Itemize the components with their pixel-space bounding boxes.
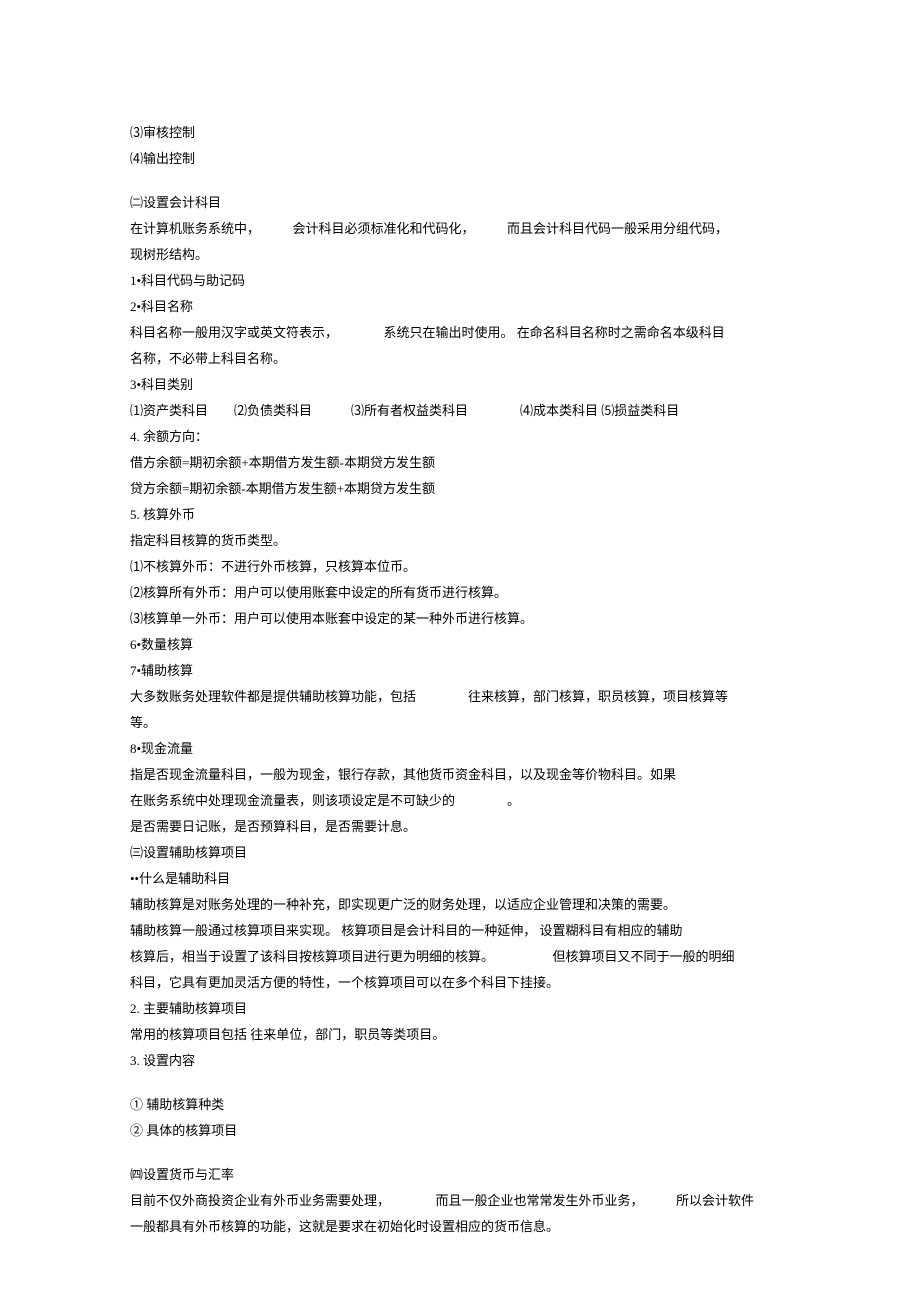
text-line: 科目，它具有更加灵活方便的特性，一个核算项目可以在多个科目下挂接。: [130, 970, 790, 996]
text-line: 一般都具有外币核算的功能，这就是要求在初始化时设置相应的货币信息。: [130, 1214, 790, 1240]
text-line: 核算后，相当于设置了该科目按核算项目进行更为明细的核算。 但核算项目又不同于一般…: [130, 944, 790, 970]
text-line: 辅助核算是对账务处理的一种补充，即实现更广泛的财务处理，以适应企业管理和决策的需…: [130, 892, 790, 918]
text-line: 2. 主要辅助核算项目: [130, 996, 790, 1022]
text-line: 1•科目代码与助记码: [130, 268, 790, 294]
text-line: ⑷输出控制: [130, 146, 790, 172]
text-line: ① 辅助核算种类: [130, 1092, 790, 1118]
text-line: ㈢设置辅助核算项目: [130, 840, 790, 866]
text-line: 等。: [130, 710, 790, 736]
text-line: ⑶审核控制: [130, 120, 790, 146]
text-line: 目前不仅外商投资企业有外币业务需要处理， 而且一般企业也常常发生外币业务， 所以…: [130, 1188, 790, 1214]
text-line: 在账务系统中处理现金流量表，则该项设定是不可缺少的 。: [130, 788, 790, 814]
text-line: 是否需要日记账，是否预算科目，是否需要计息。: [130, 814, 790, 840]
text-line: ⑴不核算外币：不进行外币核算，只核算本位币。: [130, 554, 790, 580]
text-line: 借方余额=期初余额+本期借方发生额-本期贷方发生额: [130, 450, 790, 476]
text-line: ㈡设置会计科目: [130, 190, 790, 216]
document-body: ⑶审核控制⑷输出控制㈡设置会计科目在计算机账务系统中， 会计科目必须标准化和代码…: [130, 120, 790, 1240]
text-line: 常用的核算项目包括 往来单位，部门，职员等类项目。: [130, 1022, 790, 1048]
text-line: ••什么是辅助科目: [130, 866, 790, 892]
text-line: ㈣设置货币与汇率: [130, 1162, 790, 1188]
text-line: 5. 核算外币: [130, 502, 790, 528]
text-line: 3. 设置内容: [130, 1048, 790, 1074]
text-line: 名称，不必带上科目名称。: [130, 346, 790, 372]
text-line: 7•辅助核算: [130, 658, 790, 684]
text-line: 2•科目名称: [130, 294, 790, 320]
text-line: 3•科目类别: [130, 372, 790, 398]
text-line: 8•现金流量: [130, 736, 790, 762]
text-line: 在计算机账务系统中， 会计科目必须标准化和代码化， 而且会计科目代码一般采用分组…: [130, 216, 790, 242]
text-line: [130, 1074, 790, 1092]
text-line: ② 具体的核算项目: [130, 1118, 790, 1144]
text-line: 指是否现金流量科目，一般为现金，银行存款，其他货币资金科目，以及现金等价物科目。…: [130, 762, 790, 788]
text-line: [130, 172, 790, 190]
text-line: [130, 1144, 790, 1162]
text-line: 科目名称一般用汉字或英文符表示， 系统只在输出时使用。 在命名科目名称时之需命名…: [130, 320, 790, 346]
text-line: ⑴资产类科目 ⑵负债类科目 ⑶所有者权益类科目 ⑷成本类科目 ⑸损益类科目: [130, 398, 790, 424]
text-line: 辅助核算一般通过核算项目来实现。 核算项目是会计科目的一种延伸， 设置糊科目有相…: [130, 918, 790, 944]
text-line: 大多数账务处理软件都是提供辅助核算功能，包括 往来核算，部门核算，职员核算，项目…: [130, 684, 790, 710]
text-line: 指定科目核算的货币类型。: [130, 528, 790, 554]
text-line: ⑶核算单一外币：用户可以使用本账套中设定的某一种外币进行核算。: [130, 606, 790, 632]
text-line: 6•数量核算: [130, 632, 790, 658]
text-line: ⑵核算所有外币：用户可以使用账套中设定的所有货币进行核算。: [130, 580, 790, 606]
text-line: 贷方余额=期初余额-本期借方发生额+本期贷方发生额: [130, 476, 790, 502]
text-line: 4. 余额方向：: [130, 424, 790, 450]
text-line: 现树形结构。: [130, 242, 790, 268]
